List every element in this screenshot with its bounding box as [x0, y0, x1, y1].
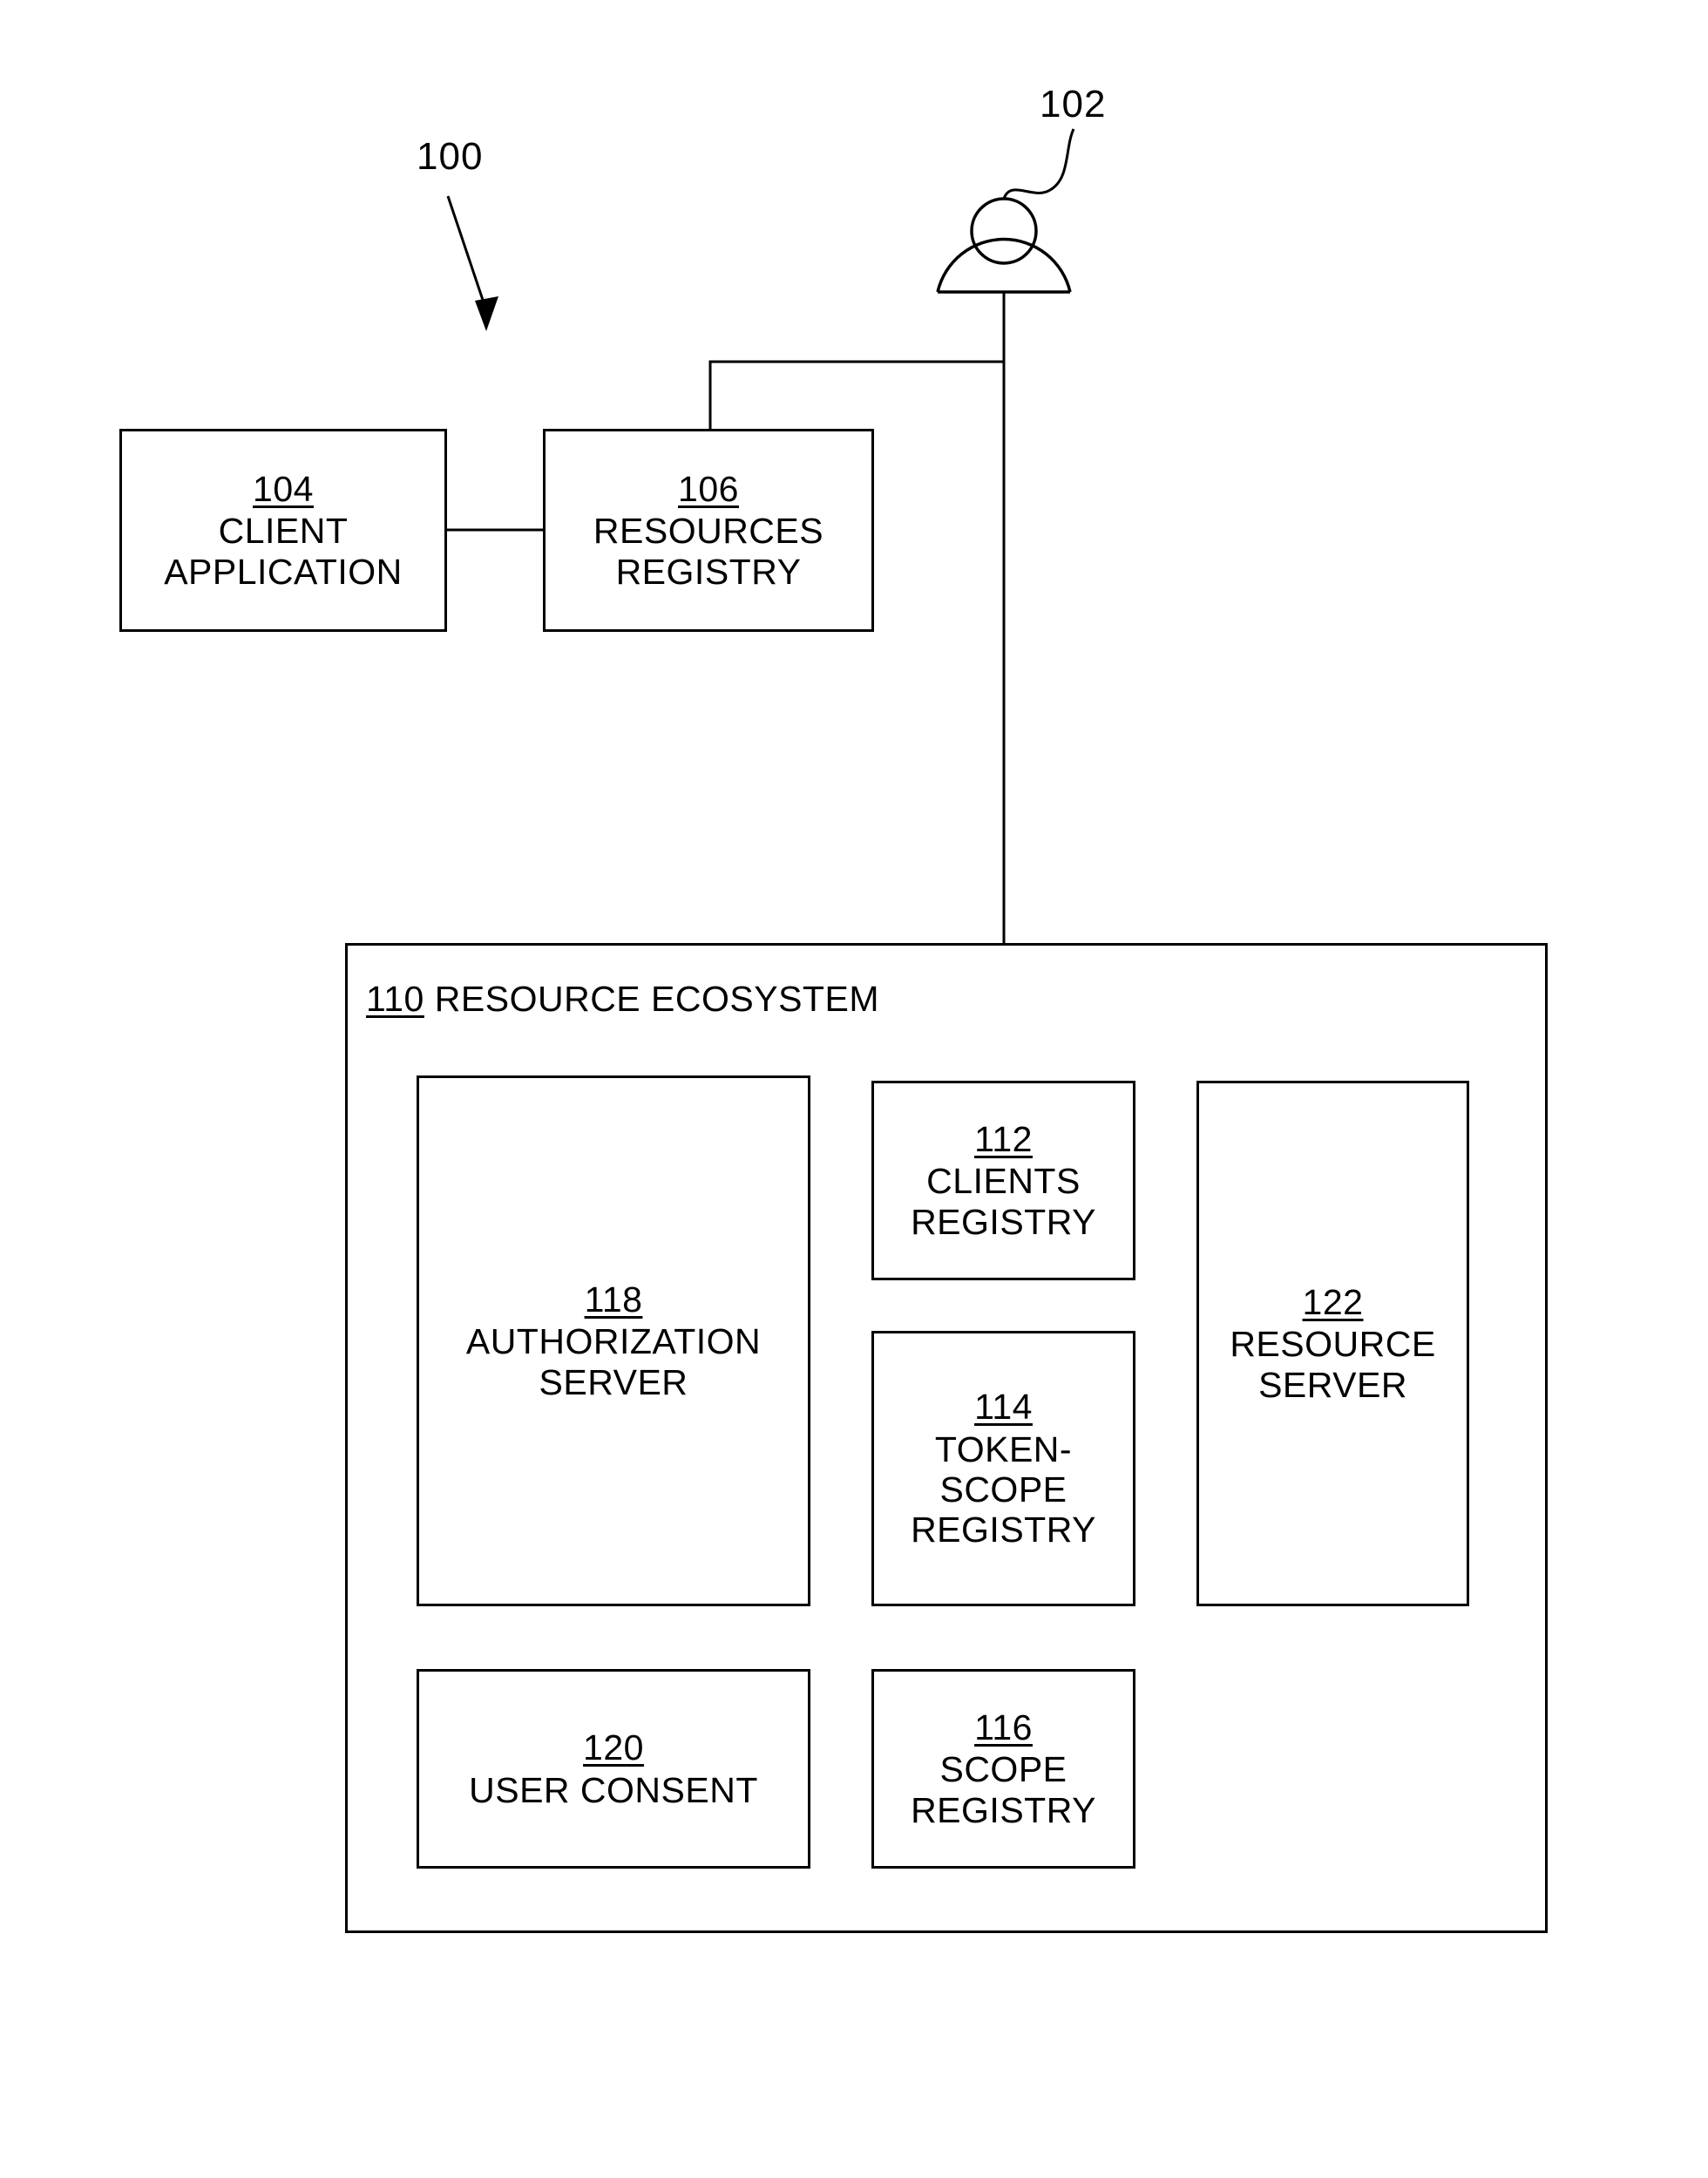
clients-registry-label: CLIENTS REGISTRY: [911, 1161, 1096, 1242]
resources-registry-node[interactable]: 106 RESOURCES REGISTRY: [543, 429, 874, 632]
user-consent-node[interactable]: 120 USER CONSENT: [417, 1669, 810, 1869]
patent-figure-diagram: 100 102 104 CLIENT APPLICATION 106 RESOU…: [0, 0, 1708, 2178]
figure-leader-arrow: [446, 195, 498, 331]
authorization-server-node[interactable]: 118 AUTHORIZATION SERVER: [417, 1075, 810, 1606]
resource-server-ref: 122: [1302, 1282, 1364, 1322]
client-application-ref: 104: [253, 469, 314, 509]
figure-number-label: 100: [417, 135, 484, 178]
resource-server-label: RESOURCE SERVER: [1230, 1324, 1436, 1405]
token-scope-registry-ref: 114: [974, 1387, 1033, 1428]
authorization-server-label: AUTHORIZATION SERVER: [465, 1321, 762, 1402]
token-scope-registry-label: TOKEN- SCOPE REGISTRY: [911, 1428, 1096, 1550]
clients-registry-node[interactable]: 112 CLIENTS REGISTRY: [871, 1081, 1135, 1280]
user-consent-label: USER CONSENT: [469, 1769, 758, 1810]
clients-registry-ref: 112: [974, 1119, 1033, 1159]
scope-registry-label: SCOPE REGISTRY: [911, 1749, 1096, 1830]
resource-ecosystem-ref: 110: [366, 979, 424, 1019]
client-application-node[interactable]: 104 CLIENT APPLICATION: [119, 429, 447, 632]
resource-ecosystem-label: RESOURCE ECOSYSTEM: [434, 979, 879, 1019]
user-person-icon: [936, 197, 1072, 294]
user-consent-ref: 120: [583, 1727, 644, 1768]
scope-registry-node[interactable]: 116 SCOPE REGISTRY: [871, 1669, 1135, 1869]
resource-ecosystem-spacer: [424, 979, 435, 1019]
resources-registry-label: RESOURCES REGISTRY: [593, 511, 824, 592]
actor-to-resources-registry-line: [708, 360, 1004, 429]
resource-ecosystem-title: 110 RESOURCE ECOSYSTEM: [366, 979, 879, 1020]
resource-server-node[interactable]: 122 RESOURCE SERVER: [1196, 1081, 1469, 1606]
authorization-server-ref: 118: [584, 1279, 643, 1320]
scope-registry-ref: 116: [974, 1707, 1033, 1747]
actor-reference-label: 102: [1040, 83, 1107, 126]
client-application-label: CLIENT APPLICATION: [164, 511, 403, 592]
resources-registry-ref: 106: [678, 469, 739, 509]
token-scope-registry-node[interactable]: 114 TOKEN- SCOPE REGISTRY: [871, 1331, 1135, 1606]
actor-leader-line: [1002, 128, 1075, 200]
